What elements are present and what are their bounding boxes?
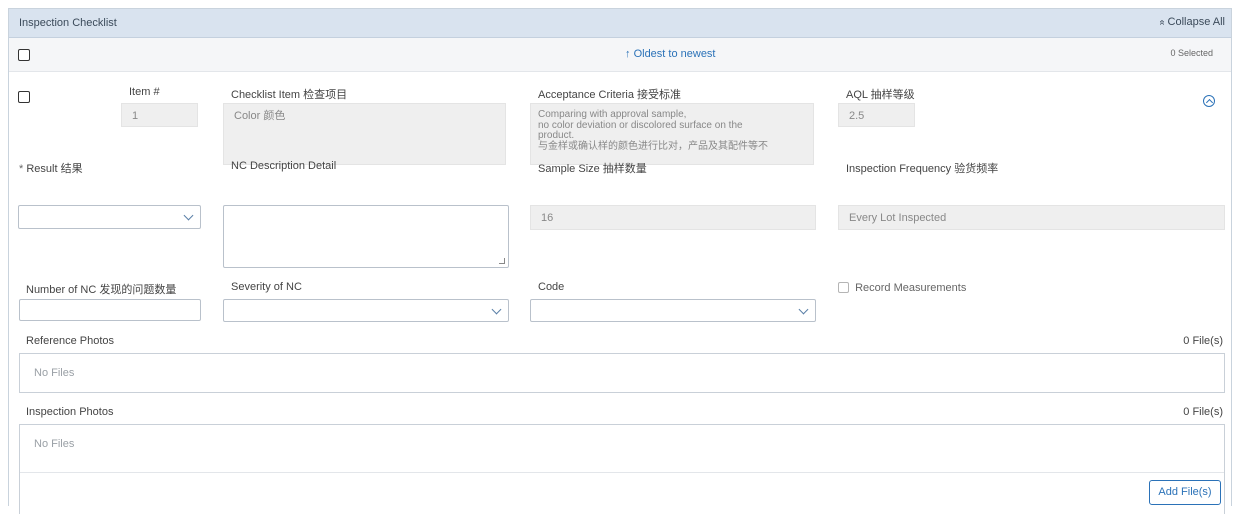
add-files-button[interactable]: Add File(s)	[1149, 480, 1221, 505]
acceptance-criteria-field: Comparing with approval sample, no color…	[530, 103, 814, 165]
checklist-item-field: Color 颜色	[223, 103, 506, 165]
collapse-item-icon[interactable]	[1203, 95, 1215, 107]
arrow-up-icon: ↑	[625, 48, 631, 60]
record-measurements-checkbox[interactable]	[838, 282, 849, 293]
aql-label: AQL 抽样等级	[846, 89, 915, 101]
reference-photos-count: 0 File(s)	[1183, 335, 1223, 347]
sort-bar: ↑ Oldest to newest 0 Selected	[9, 38, 1231, 72]
criteria-line: product.	[538, 130, 575, 141]
sample-size-label: Sample Size 抽样数量	[538, 163, 647, 175]
item-select-checkbox[interactable]	[18, 91, 30, 103]
severity-select[interactable]	[223, 299, 509, 322]
result-select[interactable]	[18, 205, 201, 229]
resize-handle-icon[interactable]	[499, 258, 505, 264]
inspection-checklist-panel: Inspection Checklist « Collapse All ↑ Ol…	[8, 8, 1232, 514]
record-measurements-option[interactable]: Record Measurements	[838, 282, 966, 294]
required-mark: *	[19, 163, 24, 175]
item-number-label: Item #	[129, 86, 160, 98]
code-select[interactable]	[530, 299, 816, 322]
inspection-frequency-field: Every Lot Inspected	[838, 205, 1225, 230]
panel-header: Inspection Checklist « Collapse All	[9, 9, 1231, 38]
reference-photos-box: No Files	[19, 353, 1225, 393]
record-measurements-label: Record Measurements	[855, 282, 967, 294]
panel-title: Inspection Checklist	[19, 17, 117, 29]
chevron-down-icon	[491, 304, 502, 315]
divider	[20, 472, 1224, 473]
sample-size-field: 16	[530, 205, 816, 230]
double-chevron-up-icon: «	[1156, 19, 1168, 26]
nc-description-textarea[interactable]	[223, 205, 509, 268]
inspection-frequency-label: Inspection Frequency 验货频率	[846, 163, 999, 175]
sort-order-label: Oldest to newest	[633, 48, 716, 60]
chevron-down-icon	[183, 210, 194, 221]
aql-field: 2.5	[838, 103, 915, 127]
collapse-all-label: Collapse All	[1167, 16, 1225, 28]
inspection-photos-label: Inspection Photos	[26, 406, 114, 418]
inspection-photos-empty: No Files	[34, 438, 75, 450]
selected-count: 0 Selected	[1170, 48, 1213, 58]
inspection-photos-count: 0 File(s)	[1183, 406, 1223, 418]
criteria-line: 与金样或确认样的颜色进行比对，产品及其配件等不	[538, 140, 768, 152]
chevron-down-icon	[798, 304, 809, 315]
code-label: Code	[538, 281, 565, 293]
nc-number-input[interactable]	[19, 299, 201, 321]
nc-number-label: Number of NC 发现的问题数量	[26, 284, 177, 296]
criteria-line: Comparing with approval sample,	[538, 109, 687, 120]
severity-label: Severity of NC	[231, 281, 302, 293]
item-number-field: 1	[121, 103, 198, 127]
reference-photos-empty: No Files	[34, 367, 75, 379]
reference-photos-label: Reference Photos	[26, 335, 115, 347]
collapse-all-button[interactable]: « Collapse All	[1156, 16, 1225, 28]
inspection-photos-box: No Files	[19, 424, 1225, 514]
nc-description-label: NC Description Detail	[231, 160, 337, 172]
result-label-text: Result 结果	[26, 163, 83, 175]
checklist-item-label: Checklist Item 检查项目	[231, 89, 348, 101]
result-label: * Result 结果	[19, 160, 83, 176]
acceptance-criteria-label: Acceptance Criteria 接受标准	[538, 89, 682, 101]
sort-order-button[interactable]: ↑ Oldest to newest	[625, 48, 716, 60]
select-all-checkbox[interactable]	[18, 49, 30, 61]
criteria-line: no color deviation or discolored surface…	[538, 119, 743, 131]
